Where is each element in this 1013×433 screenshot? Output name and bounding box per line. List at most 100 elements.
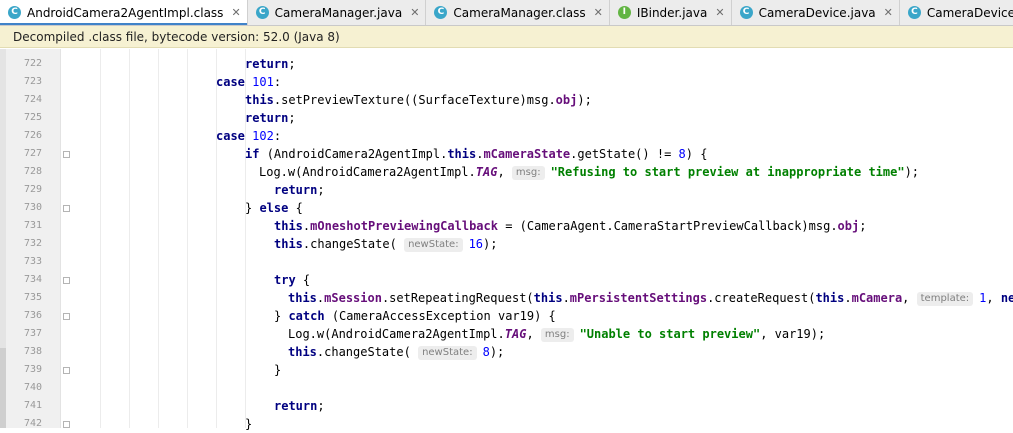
tab-label: CameraManager.class [453,5,586,20]
close-icon[interactable]: ✕ [715,6,724,19]
code-line: this.setPreviewTexture((SurfaceTexture)m… [245,91,592,109]
code-token: ; [317,399,325,413]
code-token: this [288,345,317,359]
fold-marker-icon[interactable] [63,277,70,284]
fold-marker-icon[interactable] [63,313,70,320]
code-line: case 101: [216,73,281,91]
parameter-hint: msg: [540,328,574,342]
tab-label: CameraManager.java [274,5,403,20]
code-token: this [245,93,274,107]
code-token: .createRequest( [707,291,816,305]
close-icon[interactable]: ✕ [410,6,419,19]
code-token: this [533,291,563,305]
line-number: 731 [23,220,42,231]
code-token: catch [288,309,332,323]
indent-guide [158,49,159,428]
parameter-hint: newState: [404,238,463,252]
line-number: 724 [23,94,42,105]
line-number: 740 [23,382,42,393]
code-token: ; [859,219,867,233]
fold-marker-icon[interactable] [63,421,70,428]
close-icon[interactable]: ✕ [231,6,240,19]
line-number: 723 [23,76,42,87]
tab-cameramanager-java[interactable]: C CameraManager.java ✕ [248,0,427,25]
line-number: 728 [23,166,42,177]
tab-ibinder-java[interactable]: I IBinder.java ✕ [610,0,732,25]
code-line: this.changeState( newState: 16); [274,235,497,253]
tab-cameradeviceimpl-class[interactable]: CCameraDeviceImpl.class✕ [900,0,1013,25]
fold-marker-icon[interactable] [63,151,70,158]
tab-androidcamera2agentimpl-class[interactable]: C AndroidCamera2AgentImpl.class ✕ [0,0,248,25]
code-token: (CameraAccessException var19) { [331,309,556,323]
code-token: ; [317,183,325,197]
code-token: .getState() != [570,147,679,161]
code-token: } [274,309,289,323]
code-token: return [245,57,289,71]
indent-guide [100,49,101,428]
code-token: TAG [504,327,527,341]
line-number: 741 [23,400,42,411]
code-token: (AndroidCamera2AgentImpl. [266,147,448,161]
close-icon[interactable]: ✕ [884,6,893,19]
line-number: 730 [23,202,42,213]
code-token: ); [904,165,920,179]
line-number: 726 [23,130,42,141]
tab-label: CameraDeviceImpl.class [926,5,1013,20]
code-token: return [274,183,318,197]
code-token: { [295,201,303,215]
code-token: ); [577,93,592,107]
indent-guide [187,49,188,428]
code-token: 16 [468,237,484,251]
code-token: obj [555,93,578,107]
close-icon[interactable]: ✕ [594,6,603,19]
code-token: , [526,327,541,341]
code-token: ) { [685,147,708,161]
code-token: , [986,291,1001,305]
fold-marker-icon[interactable] [63,367,70,374]
line-number: 735 [23,292,42,303]
java-class-icon: C [255,6,269,19]
code-token: } [245,417,253,431]
code-token: new [1000,291,1013,305]
code-token: .changeState( [302,237,405,251]
code-token: .changeState( [316,345,419,359]
code-token: if [245,147,267,161]
code-line: if (AndroidCamera2AgentImpl.this.mCamera… [245,145,707,163]
line-number: 734 [23,274,42,285]
code-token: .setRepeatingRequest( [381,291,534,305]
code-token: 8 [482,345,490,359]
code-line: this.mSession.setRepeatingRequest(this.m… [288,289,1013,307]
decompiled-file-banner: Decompiled .class file, bytecode version… [0,26,1013,48]
code-line: } [245,415,252,433]
code-line: return; [274,181,325,199]
code-line: } catch (CameraAccessException var19) { [274,307,556,325]
code-token: case [216,129,253,143]
indent-guide [216,49,217,428]
code-token: else [259,201,296,215]
tab-cameradevice-java[interactable]: C CameraDevice.java ✕ [732,0,900,25]
tab-label: AndroidCamera2AgentImpl.class [27,5,224,20]
code-token: , var19); [760,327,826,341]
tab-cameramanager-class[interactable]: C CameraManager.class ✕ [426,0,610,25]
code-token: . [844,291,852,305]
code-token: , [497,165,512,179]
code-token: mPersistentSettings [569,291,708,305]
code-line: this.changeState( newState: 8); [288,343,504,361]
line-number: 729 [23,184,42,195]
code-token: : [273,75,282,89]
code-line: try { [274,271,310,289]
code-token: mCamera [851,291,903,305]
code-token: obj [837,219,860,233]
code-token: } [245,201,260,215]
code-token: , [902,291,917,305]
code-line: } [274,361,281,379]
class-file-icon: C [907,6,921,19]
code-line: Log.w(AndroidCamera2AgentImpl.TAG, msg: "… [288,325,825,343]
code-line: this.mOneshotPreviewingCallback = (Camer… [274,217,866,235]
tab-label: CameraDevice.java [758,5,876,20]
code-token: try [274,273,303,287]
code-token: = (CameraAgent.CameraStartPreviewCallbac… [497,219,838,233]
code-token: case [216,75,253,89]
code-token: mSession [324,291,382,305]
fold-marker-icon[interactable] [63,205,70,212]
